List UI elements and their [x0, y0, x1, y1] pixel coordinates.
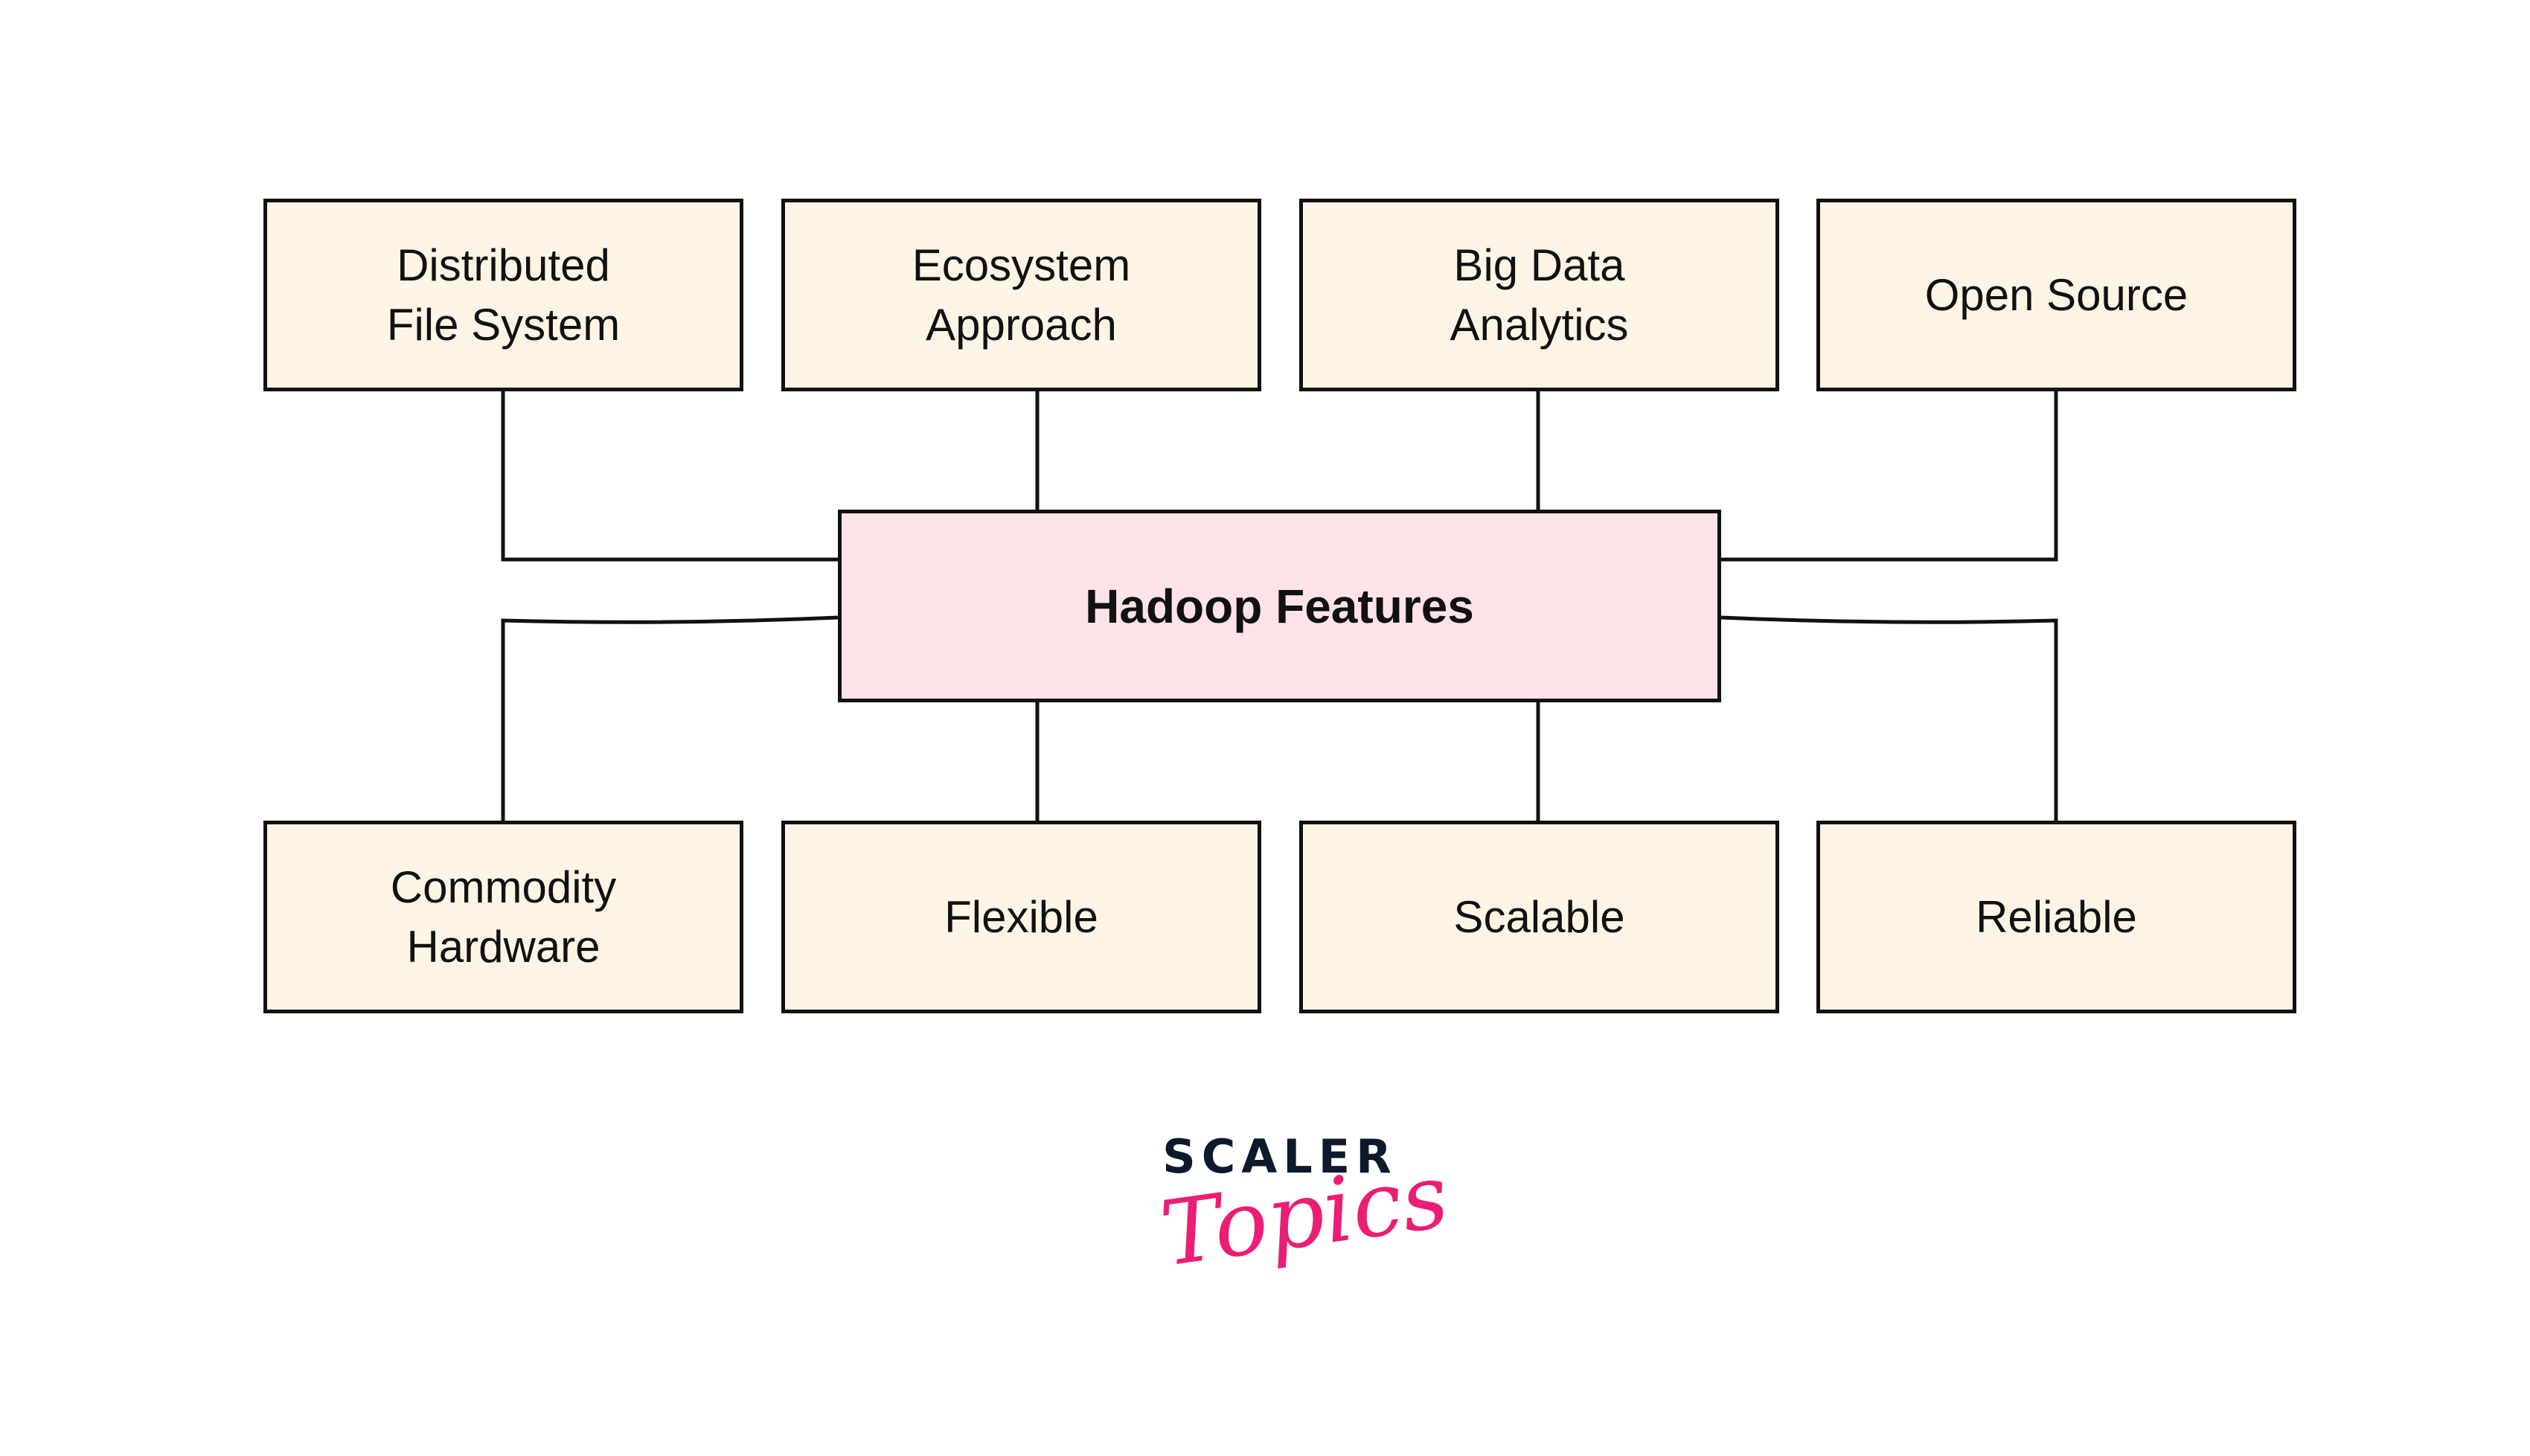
feature-label: Flexible	[944, 891, 1098, 942]
logo-topics-text: Topics	[1154, 1144, 1455, 1287]
feature-box-ecosystem-approach: Ecosystem Approach	[781, 199, 1261, 391]
scaler-topics-logo: SCALER Topics	[1155, 1131, 1455, 1287]
feature-label: Commodity Hardware	[390, 862, 617, 972]
feature-box-reliable: Reliable	[1816, 821, 2296, 1013]
feature-label: Scalable	[1453, 891, 1625, 942]
feature-label: Distributed File System	[386, 240, 621, 350]
feature-box-flexible: Flexible	[781, 821, 1261, 1013]
connector-distributed-file-system	[501, 391, 838, 562]
feature-label: Open Source	[1924, 269, 2188, 320]
feature-box-open-source: Open Source	[1816, 199, 2296, 391]
feature-label: Reliable	[1976, 891, 2137, 942]
feature-label: Big Data Analytics	[1450, 240, 1629, 350]
connector-reliable	[1720, 615, 2058, 821]
feature-label: Ecosystem Approach	[912, 240, 1131, 350]
center-label: Hadoop Features	[1085, 579, 1474, 633]
feature-box-commodity-hardware: Commodity Hardware	[263, 821, 743, 1013]
feature-box-distributed-file-system: Distributed File System	[263, 199, 743, 391]
feature-box-scalable: Scalable	[1299, 821, 1779, 1013]
connector-commodity-hardware	[501, 615, 839, 821]
connector-open-source	[1721, 391, 2058, 562]
center-box-hadoop-features: Hadoop Features	[838, 510, 1721, 702]
feature-box-big-data-analytics: Big Data Analytics	[1299, 199, 1779, 391]
